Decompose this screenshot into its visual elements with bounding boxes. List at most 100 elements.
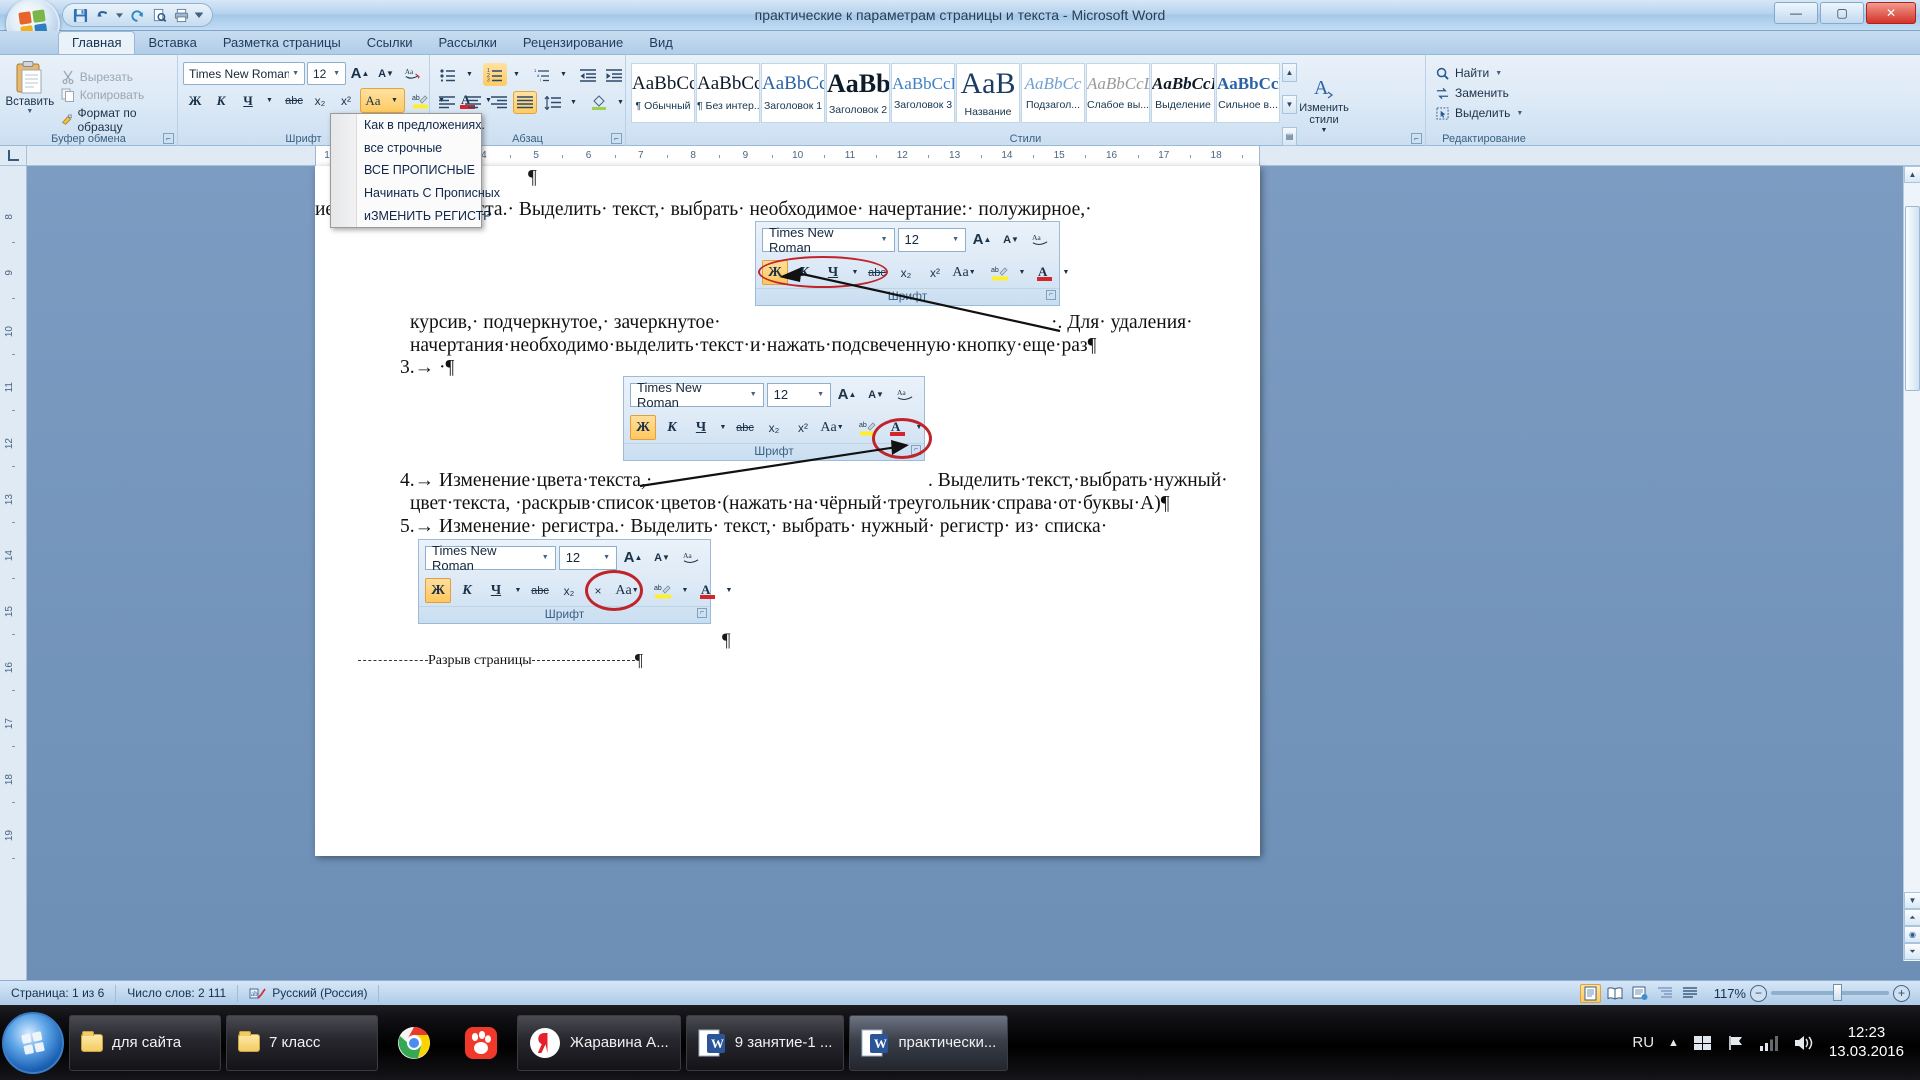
- flag-icon[interactable]: [1727, 1034, 1745, 1052]
- doc-paragraph-2-line2b[interactable]: ·. Для· удаления·: [1051, 311, 1193, 334]
- change-case-split-button[interactable]: Aa ▼: [360, 88, 405, 113]
- language-indicator-tray[interactable]: RU: [1632, 1034, 1654, 1051]
- mini2-font-name[interactable]: Times New Roman ▼: [630, 380, 764, 410]
- window-buttons[interactable]: — ▢ ✕: [1774, 2, 1916, 24]
- taskbar-button-yandex[interactable]: Жаравина А...: [517, 1014, 681, 1071]
- grow-font-button[interactable]: A ▲: [348, 62, 372, 85]
- bullets-chevron-down-icon[interactable]: ▼: [460, 63, 479, 86]
- taskbar-button-word-2-active[interactable]: W практически...: [849, 1014, 1009, 1071]
- cut-button[interactable]: Вырезать: [57, 69, 172, 85]
- paragraph-dialog-launcher[interactable]: ⌐: [611, 133, 622, 144]
- mini2-font-size[interactable]: 12 ▼: [766, 382, 831, 407]
- zoom-slider[interactable]: [1771, 984, 1889, 1001]
- select-browse-object-icon[interactable]: ◉: [1904, 926, 1920, 943]
- font-name-chevron-down-icon[interactable]: ▼: [289, 70, 302, 77]
- multilevel-chevron-down-icon[interactable]: ▼: [554, 63, 573, 86]
- superscript-button[interactable]: x²: [334, 89, 358, 112]
- font-size-combo[interactable]: 12 ▼: [307, 62, 346, 85]
- tab-mailings[interactable]: Рассылки: [426, 32, 510, 54]
- mini3-change-case[interactable]: Aa ▼: [614, 578, 640, 603]
- underline-chevron-down-icon[interactable]: ▼: [260, 89, 279, 112]
- clipboard-dialog-launcher[interactable]: ⌐: [163, 133, 174, 144]
- style-item[interactable]: AaBbCcL Выделение: [1151, 63, 1215, 123]
- styles-scroll-up-icon[interactable]: ▲: [1282, 63, 1297, 82]
- mini3-dialog-launcher[interactable]: ⌐: [697, 608, 707, 618]
- minimize-button[interactable]: —: [1774, 2, 1818, 24]
- view-print-layout-button[interactable]: [1579, 983, 1601, 1003]
- ribbon-tabs[interactable]: Главная Вставка Разметка страницы Ссылки…: [0, 31, 1920, 55]
- mini3-superscript[interactable]: ×: [585, 578, 611, 603]
- numbering-split-button[interactable]: 123 ▼: [482, 62, 527, 87]
- style-item[interactable]: AaBbCcI ¶ Без интер...: [696, 63, 760, 123]
- tab-page-layout[interactable]: Разметка страницы: [210, 32, 354, 54]
- vertical-ruler[interactable]: 8 9 10 11 12 13 14 15 16 17 18 19: [0, 166, 27, 980]
- mini1-clear-formatting[interactable]: Aa: [1027, 227, 1053, 252]
- numbering-button[interactable]: 123: [483, 63, 507, 86]
- replace-button[interactable]: Заменить: [1431, 84, 1537, 102]
- mini2-bold[interactable]: Ж: [630, 415, 656, 440]
- mini3-highlight[interactable]: ab: [650, 578, 676, 603]
- numbering-chevron-down-icon[interactable]: ▼: [507, 63, 526, 86]
- mini2-superscript[interactable]: x²: [790, 415, 816, 440]
- tab-review[interactable]: Рецензирование: [510, 32, 636, 54]
- close-button[interactable]: ✕: [1866, 2, 1916, 24]
- italic-button[interactable]: К: [209, 89, 233, 112]
- taskbar-button-gom-player[interactable]: [450, 1015, 512, 1071]
- language-indicator[interactable]: ab Русский (Россия): [238, 984, 380, 1002]
- menu-item-uppercase[interactable]: ВСЕ ПРОПИСНЫЕ: [331, 159, 481, 182]
- align-center-button[interactable]: [461, 91, 485, 114]
- mini1-underline-chevron-down-icon[interactable]: ▼: [849, 260, 861, 285]
- mini3-underline[interactable]: Ч: [483, 578, 509, 603]
- mini2-highlight[interactable]: ab: [855, 415, 881, 440]
- mini1-superscript[interactable]: x²: [922, 260, 948, 285]
- shading-button[interactable]: [587, 91, 611, 114]
- mini1-font-name[interactable]: Times New Roman ▼: [762, 225, 895, 255]
- clear-formatting-button[interactable]: Aa: [400, 62, 424, 85]
- mini1-change-case[interactable]: Aa ▼: [951, 260, 977, 285]
- mini2-change-case[interactable]: Aa ▼: [819, 415, 845, 440]
- network-icon[interactable]: [1759, 1034, 1779, 1052]
- increase-indent-button[interactable]: [602, 63, 626, 86]
- justify-button[interactable]: [513, 91, 537, 114]
- mini3-bold[interactable]: Ж: [425, 578, 451, 603]
- doc-paragraph-4b[interactable]: . Выделить·текст,·выбрать·нужный·: [928, 469, 1228, 492]
- menu-item-sentence-case[interactable]: Как в предложениях.: [331, 114, 485, 137]
- multilevel-list-button[interactable]: 1ai: [530, 63, 554, 86]
- view-outline-button[interactable]: [1655, 984, 1676, 1003]
- style-item[interactable]: AaBbCcI ¶ Обычный: [631, 63, 695, 123]
- mini3-strikethrough[interactable]: abc: [527, 578, 553, 603]
- show-hidden-icons-icon[interactable]: ▲: [1668, 1037, 1679, 1049]
- style-item[interactable]: AaBbCcI Заголовок 3: [891, 63, 955, 123]
- subscript-button[interactable]: x₂: [308, 89, 332, 112]
- doc-paragraph-5[interactable]: 5.→ Изменение· регистра.· Выделить· текс…: [400, 515, 1107, 538]
- bullets-split-button[interactable]: ▼: [435, 62, 480, 87]
- line-spacing-split-button[interactable]: ▼: [539, 90, 584, 115]
- mini1-grow-font[interactable]: A ▲: [969, 227, 995, 252]
- zoom-out-button[interactable]: −: [1750, 984, 1767, 1002]
- maximize-button[interactable]: ▢: [1820, 2, 1864, 24]
- mini3-grow-font[interactable]: A ▲: [620, 545, 646, 570]
- mini3-underline-chevron-down-icon[interactable]: ▼: [512, 578, 524, 603]
- mini2-underline[interactable]: Ч: [688, 415, 714, 440]
- copy-button[interactable]: Копировать: [57, 87, 172, 103]
- action-center-icon[interactable]: [1693, 1034, 1713, 1052]
- menu-item-capitalize-each-word[interactable]: Начинать С Прописных: [331, 182, 500, 205]
- doc-paragraph-3[interactable]: 3.→ ·¶: [400, 356, 454, 379]
- mini1-strikethrough[interactable]: abc: [864, 260, 890, 285]
- mini2-strikethrough[interactable]: abc: [732, 415, 758, 440]
- horizontal-ruler[interactable]: 123456789101112131415161718: [27, 146, 1920, 166]
- mini3-font-size[interactable]: 12 ▼: [558, 545, 617, 570]
- underline-split-button[interactable]: Ч ▼: [235, 88, 280, 113]
- mini2-grow-font[interactable]: A ▲: [834, 382, 860, 407]
- mini1-underline[interactable]: Ч: [820, 260, 846, 285]
- change-case-button[interactable]: Aa: [361, 89, 385, 112]
- line-spacing-button[interactable]: [540, 91, 564, 114]
- paste-dropdown-icon[interactable]: ▼: [26, 108, 33, 115]
- mini3-shrink-font[interactable]: A ▼: [649, 545, 675, 570]
- underline-button[interactable]: Ч: [236, 89, 260, 112]
- mini3-italic[interactable]: К: [454, 578, 480, 603]
- mini1-shrink-font[interactable]: A ▼: [998, 227, 1024, 252]
- change-case-dropdown-menu[interactable]: Как в предложениях. все строчные ВСЕ ПРО…: [330, 113, 500, 228]
- mini1-bold[interactable]: Ж: [762, 260, 788, 285]
- print-preview-icon[interactable]: [150, 6, 168, 24]
